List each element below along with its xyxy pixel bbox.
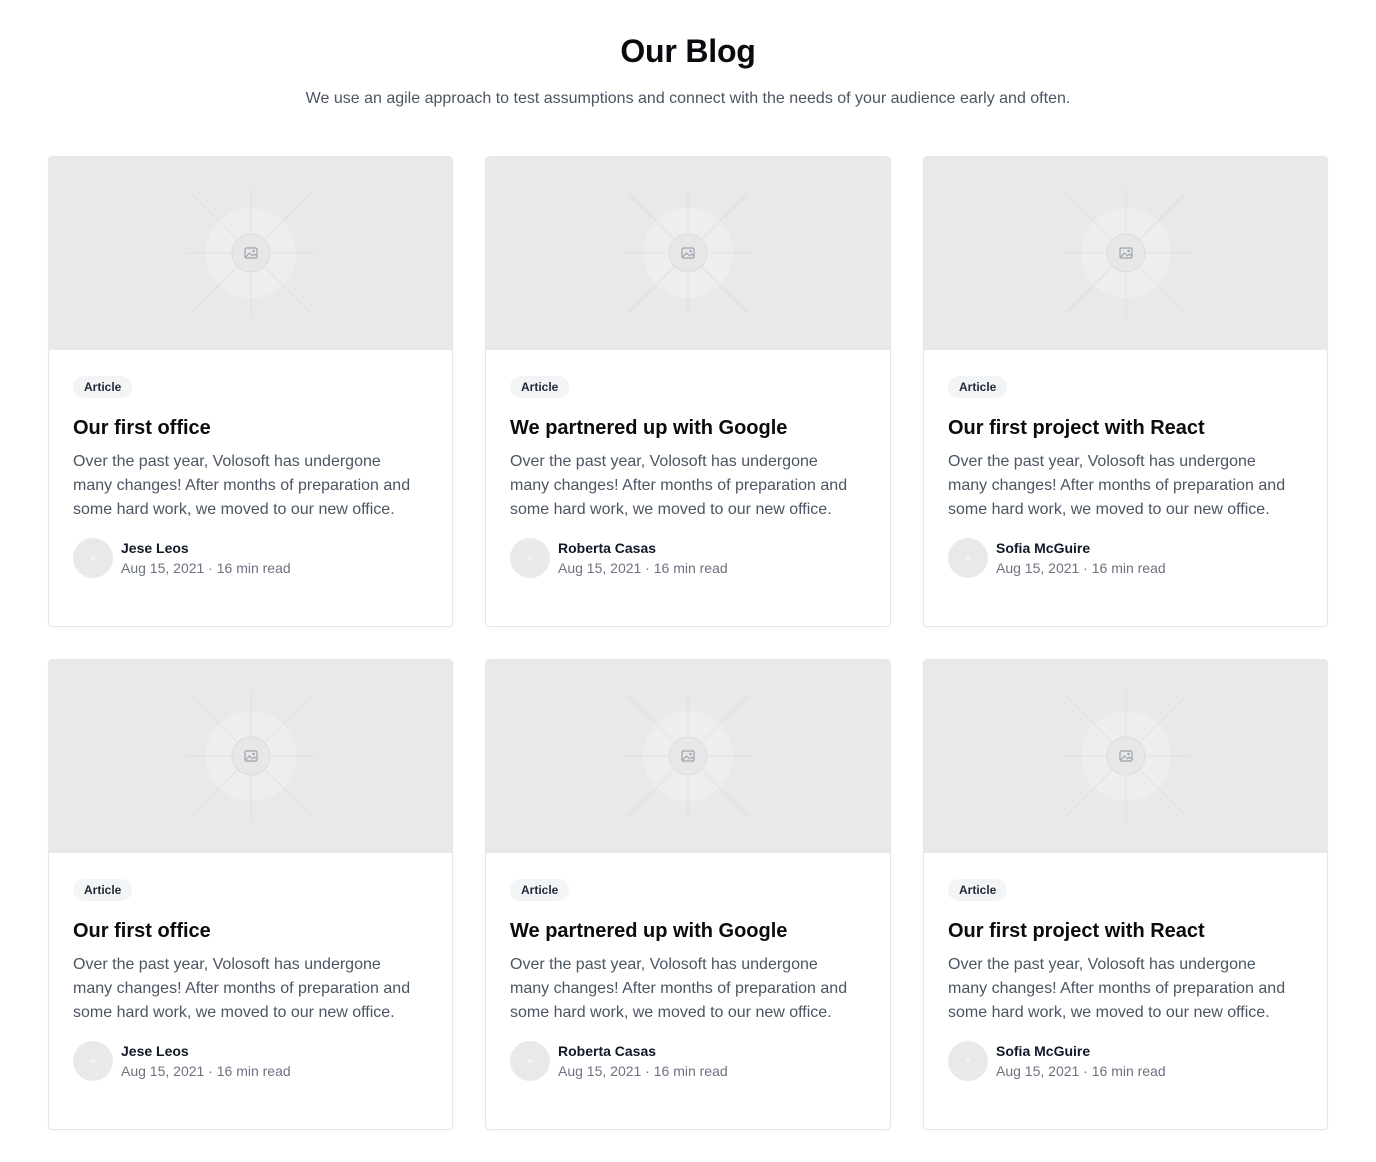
author-name[interactable]: Sofia McGuire: [996, 538, 1166, 558]
blog-card[interactable]: Article We partnered up with Google Over…: [485, 659, 891, 1130]
author-name[interactable]: Jese Leos: [121, 1041, 291, 1061]
card-body: Article Our first project with React Ove…: [924, 350, 1327, 578]
card-excerpt: Over the past year, Volosoft has undergo…: [510, 453, 848, 518]
avatar[interactable]: [510, 1041, 550, 1081]
image-icon: [623, 691, 753, 821]
category-badge[interactable]: Article: [948, 376, 1008, 398]
card-excerpt: Over the past year, Volosoft has undergo…: [73, 956, 411, 1021]
card-title[interactable]: We partnered up with Google: [510, 918, 866, 944]
category-badge[interactable]: Article: [73, 376, 133, 398]
card-title[interactable]: Our first office: [73, 918, 428, 944]
page-subtitle: We use an agile approach to test assumpt…: [305, 90, 1071, 107]
blog-card[interactable]: Article Our first office Over the past y…: [48, 156, 453, 627]
image-icon: [1060, 691, 1191, 821]
post-meta: Aug 15, 2021 · 16 min read: [558, 1063, 728, 1079]
card-image-placeholder[interactable]: [924, 157, 1327, 350]
post-meta: Aug 15, 2021 · 16 min read: [121, 1063, 291, 1079]
post-meta: Aug 15, 2021 · 16 min read: [996, 1063, 1166, 1079]
author-block: Jese Leos Aug 15, 2021 · 16 min read: [73, 1041, 428, 1081]
card-excerpt: Over the past year, Volosoft has undergo…: [73, 453, 411, 518]
image-icon: [185, 691, 316, 821]
image-icon: [623, 188, 753, 318]
author-info: Roberta Casas Aug 15, 2021 · 16 min read: [558, 1041, 728, 1081]
author-name[interactable]: Jese Leos: [121, 538, 291, 558]
avatar[interactable]: [510, 538, 550, 578]
page-title: Our Blog: [620, 33, 756, 69]
card-excerpt: Over the past year, Volosoft has undergo…: [510, 956, 848, 1021]
author-name[interactable]: Roberta Casas: [558, 1041, 728, 1061]
author-block: Sofia McGuire Aug 15, 2021 · 16 min read: [948, 538, 1303, 578]
category-badge[interactable]: Article: [510, 376, 570, 398]
image-icon: [1060, 188, 1191, 318]
author-info: Jese Leos Aug 15, 2021 · 16 min read: [121, 1041, 291, 1081]
author-block: Roberta Casas Aug 15, 2021 · 16 min read: [510, 538, 866, 578]
avatar[interactable]: [73, 538, 113, 578]
blog-card[interactable]: Article Our first project with React Ove…: [923, 659, 1328, 1130]
post-meta: Aug 15, 2021 · 16 min read: [558, 560, 728, 576]
author-info: Sofia McGuire Aug 15, 2021 · 16 min read: [996, 1041, 1166, 1081]
blog-grid: Article Our first office Over the past y…: [48, 156, 1328, 1130]
avatar[interactable]: [948, 1041, 988, 1081]
author-name[interactable]: Sofia McGuire: [996, 1041, 1166, 1061]
category-badge[interactable]: Article: [948, 879, 1008, 901]
card-title[interactable]: Our first project with React: [948, 415, 1303, 441]
author-block: Jese Leos Aug 15, 2021 · 16 min read: [73, 538, 428, 578]
card-image-placeholder[interactable]: [49, 157, 452, 350]
category-badge[interactable]: Article: [73, 879, 133, 901]
image-icon: [185, 188, 316, 318]
category-badge[interactable]: Article: [510, 879, 570, 901]
post-meta: Aug 15, 2021 · 16 min read: [121, 560, 291, 576]
card-excerpt: Over the past year, Volosoft has undergo…: [948, 956, 1286, 1021]
card-image-placeholder[interactable]: [486, 157, 890, 350]
blog-card[interactable]: Article Our first office Over the past y…: [48, 659, 453, 1130]
card-image-placeholder[interactable]: [49, 660, 452, 853]
card-image-placeholder[interactable]: [924, 660, 1327, 853]
card-body: Article Our first office Over the past y…: [49, 350, 452, 578]
author-info: Sofia McGuire Aug 15, 2021 · 16 min read: [996, 538, 1166, 578]
blog-header: Our Blog We use an agile approach to tes…: [0, 0, 1376, 156]
avatar[interactable]: [948, 538, 988, 578]
author-block: Roberta Casas Aug 15, 2021 · 16 min read: [510, 1041, 866, 1081]
card-excerpt: Over the past year, Volosoft has undergo…: [948, 453, 1286, 518]
card-body: Article Our first project with React Ove…: [924, 853, 1327, 1081]
card-image-placeholder[interactable]: [486, 660, 890, 853]
card-body: Article Our first office Over the past y…: [49, 853, 452, 1081]
author-block: Sofia McGuire Aug 15, 2021 · 16 min read: [948, 1041, 1303, 1081]
card-body: Article We partnered up with Google Over…: [486, 350, 890, 578]
blog-card[interactable]: Article Our first project with React Ove…: [923, 156, 1328, 627]
author-name[interactable]: Roberta Casas: [558, 538, 728, 558]
author-info: Roberta Casas Aug 15, 2021 · 16 min read: [558, 538, 728, 578]
card-title[interactable]: We partnered up with Google: [510, 415, 866, 441]
card-title[interactable]: Our first office: [73, 415, 428, 441]
post-meta: Aug 15, 2021 · 16 min read: [996, 560, 1166, 576]
card-body: Article We partnered up with Google Over…: [486, 853, 890, 1081]
avatar[interactable]: [73, 1041, 113, 1081]
author-info: Jese Leos Aug 15, 2021 · 16 min read: [121, 538, 291, 578]
card-title[interactable]: Our first project with React: [948, 918, 1303, 944]
blog-card[interactable]: Article We partnered up with Google Over…: [485, 156, 891, 627]
